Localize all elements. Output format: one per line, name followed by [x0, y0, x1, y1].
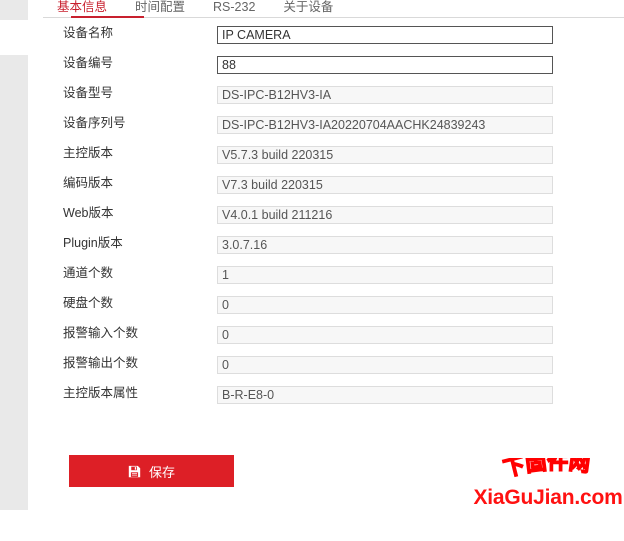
device-serial-number-input — [217, 116, 553, 134]
watermark-arc-text: 下固件网 — [501, 458, 593, 482]
form-row-web-version: Web版本 — [0, 198, 624, 228]
form-row-firmware-version: 主控版本 — [0, 138, 624, 168]
watermark-domain: XiaGuJian.com — [473, 486, 623, 509]
form-row-device-model: 设备型号 — [0, 78, 624, 108]
sidebar-rail-top — [0, 0, 28, 20]
alarm-input-count-label: 报警输入个数 — [63, 326, 139, 340]
hdd-count-input — [217, 296, 553, 314]
device-model-label: 设备型号 — [63, 86, 114, 100]
firmware-version-label: 主控版本 — [63, 146, 114, 160]
form-row-device-serial-number: 设备序列号 — [0, 108, 624, 138]
form-row-hdd-count: 硬盘个数 — [0, 288, 624, 318]
form-row-device-name: 设备名称 — [0, 18, 624, 48]
alarm-output-count-input — [217, 356, 553, 374]
form-row-plugin-version: Plugin版本 — [0, 228, 624, 258]
alarm-input-count-input — [217, 326, 553, 344]
form-row-encoding-version: 编码版本 — [0, 168, 624, 198]
firmware-version-input — [217, 146, 553, 164]
device-name-label: 设备名称 — [63, 26, 114, 40]
plugin-version-input — [217, 236, 553, 254]
firmware-version-property-input — [217, 386, 553, 404]
device-info-form: 设备名称设备编号设备型号设备序列号主控版本编码版本 Web版本 Plugin版本通道… — [0, 18, 624, 408]
plugin-version-label: Plugin版本 — [63, 236, 123, 250]
form-row-alarm-output-count: 报警输出个数 — [0, 348, 624, 378]
tab-bar: 基本信息 时间配置 RS-232 关于设备 — [28, 0, 624, 18]
encoding-version-input — [217, 176, 553, 194]
watermark: 下固件网 XiaGuJian.com — [472, 458, 624, 518]
svg-text:下固件网: 下固件网 — [501, 458, 591, 481]
web-version-input — [217, 206, 553, 224]
web-version-label: Web版本 — [63, 206, 114, 220]
save-button-label: 保存 — [148, 464, 175, 480]
device-info-page: 基本信息时间配置RS-232关于设备 设备名称设备编号设备型号设备序列号主控版本… — [0, 0, 624, 541]
channel-count-input — [217, 266, 553, 284]
hdd-count-label: 硬盘个数 — [63, 296, 114, 310]
channel-count-label: 通道个数 — [63, 266, 114, 280]
form-row-device-number: 设备编号 — [0, 48, 624, 78]
form-row-firmware-version-property: 主控版本属性 — [0, 378, 624, 408]
encoding-version-label: 编码版本 — [63, 176, 114, 190]
floppy-disk-icon — [128, 465, 141, 478]
firmware-version-property-label: 主控版本属性 — [63, 386, 139, 400]
form-row-alarm-input-count: 报警输入个数 — [0, 318, 624, 348]
device-number-input[interactable] — [217, 56, 553, 74]
alarm-output-count-label: 报警输出个数 — [63, 356, 139, 370]
tab-3[interactable]: 关于设备 — [269, 0, 347, 18]
device-number-label: 设备编号 — [63, 56, 114, 70]
device-serial-number-label: 设备序列号 — [63, 116, 126, 130]
tab-2[interactable]: RS-232 — [199, 0, 269, 18]
device-name-input[interactable] — [217, 26, 553, 44]
save-button[interactable]: 保存 — [69, 455, 234, 487]
form-row-channel-count: 通道个数 — [0, 258, 624, 288]
device-model-input — [217, 86, 553, 104]
